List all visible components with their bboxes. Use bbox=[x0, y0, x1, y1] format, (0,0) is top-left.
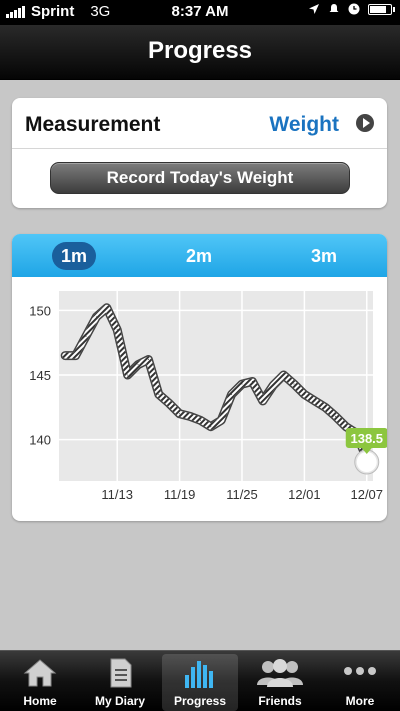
range-tab-2m[interactable]: 2m bbox=[177, 242, 221, 270]
data-point bbox=[314, 400, 316, 402]
data-point bbox=[75, 355, 77, 357]
range-tab-3m[interactable]: 3m bbox=[302, 242, 346, 270]
data-point bbox=[231, 393, 233, 395]
data-point bbox=[293, 383, 295, 385]
range-tab-1m[interactable]: 1m bbox=[52, 242, 96, 270]
tab-progress-label: Progress bbox=[173, 694, 227, 708]
data-point bbox=[241, 383, 243, 385]
data-point bbox=[95, 316, 97, 318]
data-point bbox=[179, 413, 181, 415]
data-point bbox=[303, 393, 305, 395]
data-point bbox=[189, 415, 191, 417]
status-right bbox=[308, 3, 395, 15]
tab-friends-label: Friends bbox=[258, 694, 302, 708]
x-tick-label: 11/19 bbox=[164, 487, 196, 502]
progress-bars-icon bbox=[185, 661, 213, 688]
alarm-icon bbox=[329, 4, 339, 12]
data-point bbox=[272, 384, 274, 386]
x-tick-label: 11/25 bbox=[226, 487, 258, 502]
diary-icon bbox=[110, 658, 132, 688]
latest-point-inner bbox=[356, 452, 377, 473]
page-title: Progress bbox=[147, 37, 253, 64]
plot-area bbox=[59, 291, 373, 481]
tab-progress[interactable]: Progress bbox=[162, 654, 238, 711]
data-point bbox=[262, 400, 264, 402]
latest-value-label: 138.5 bbox=[350, 431, 383, 446]
tab-friends[interactable]: Friends bbox=[240, 651, 320, 711]
y-tick-label: 140 bbox=[29, 433, 51, 448]
battery-icon bbox=[368, 3, 395, 15]
data-point bbox=[283, 374, 285, 376]
data-point bbox=[335, 415, 337, 417]
data-point bbox=[210, 426, 212, 428]
tab-more-label: More bbox=[345, 694, 375, 708]
clock-icon bbox=[348, 3, 360, 15]
data-point bbox=[199, 419, 201, 421]
data-point bbox=[64, 355, 66, 357]
home-icon bbox=[23, 659, 57, 687]
tab-home[interactable]: Home bbox=[0, 651, 80, 711]
data-point bbox=[324, 406, 326, 408]
data-point bbox=[251, 380, 253, 382]
y-tick-label: 150 bbox=[29, 303, 51, 318]
data-point bbox=[85, 335, 87, 337]
data-point bbox=[127, 374, 129, 376]
x-tick-label: 11/13 bbox=[101, 487, 133, 502]
data-point bbox=[158, 393, 160, 395]
status-bar: Sprint 3G 8:37 AM bbox=[0, 0, 400, 25]
tab-my-diary-label: My Diary bbox=[94, 694, 146, 708]
navigation-bar: Progress bbox=[0, 25, 400, 80]
location-arrow-icon bbox=[309, 4, 319, 14]
friends-icon bbox=[257, 659, 303, 687]
tab-more[interactable]: More bbox=[320, 651, 400, 711]
tab-home-label: Home bbox=[23, 694, 57, 708]
range-selector: 1m 2m 3m bbox=[12, 234, 387, 277]
record-weight-button[interactable]: Record Today's Weight bbox=[50, 162, 350, 194]
disclosure-arrow-icon[interactable] bbox=[356, 114, 374, 132]
data-point bbox=[137, 364, 139, 366]
y-tick-label: 145 bbox=[29, 368, 51, 383]
data-point bbox=[147, 359, 149, 361]
tab-my-diary[interactable]: My Diary bbox=[80, 651, 160, 711]
weight-line-chart: 11/13 11/19 11/25 12/01 12/07 140 145 150 138.5 bbox=[29, 291, 387, 502]
x-tick-label: 12/07 bbox=[350, 487, 383, 502]
x-tick-label: 12/01 bbox=[288, 487, 321, 502]
data-point bbox=[168, 402, 170, 404]
data-point bbox=[106, 307, 108, 309]
measurement-value[interactable]: Weight bbox=[269, 113, 339, 137]
measurement-label: Measurement bbox=[25, 113, 161, 136]
progress-chart-card: 1m 2m 3m 11/13 11/19 11/25 12/01 12/07 140 145… bbox=[12, 234, 387, 521]
data-point bbox=[220, 419, 222, 421]
measurement-card: Measurement Weight Record Today's Weight bbox=[12, 98, 387, 208]
data-point bbox=[116, 329, 118, 331]
tab-bar: Home My Diary Progress Friends More bbox=[0, 650, 400, 711]
data-point bbox=[345, 426, 347, 428]
more-dots-icon bbox=[344, 667, 376, 675]
measurement-selector[interactable]: Measurement Weight bbox=[12, 98, 387, 149]
